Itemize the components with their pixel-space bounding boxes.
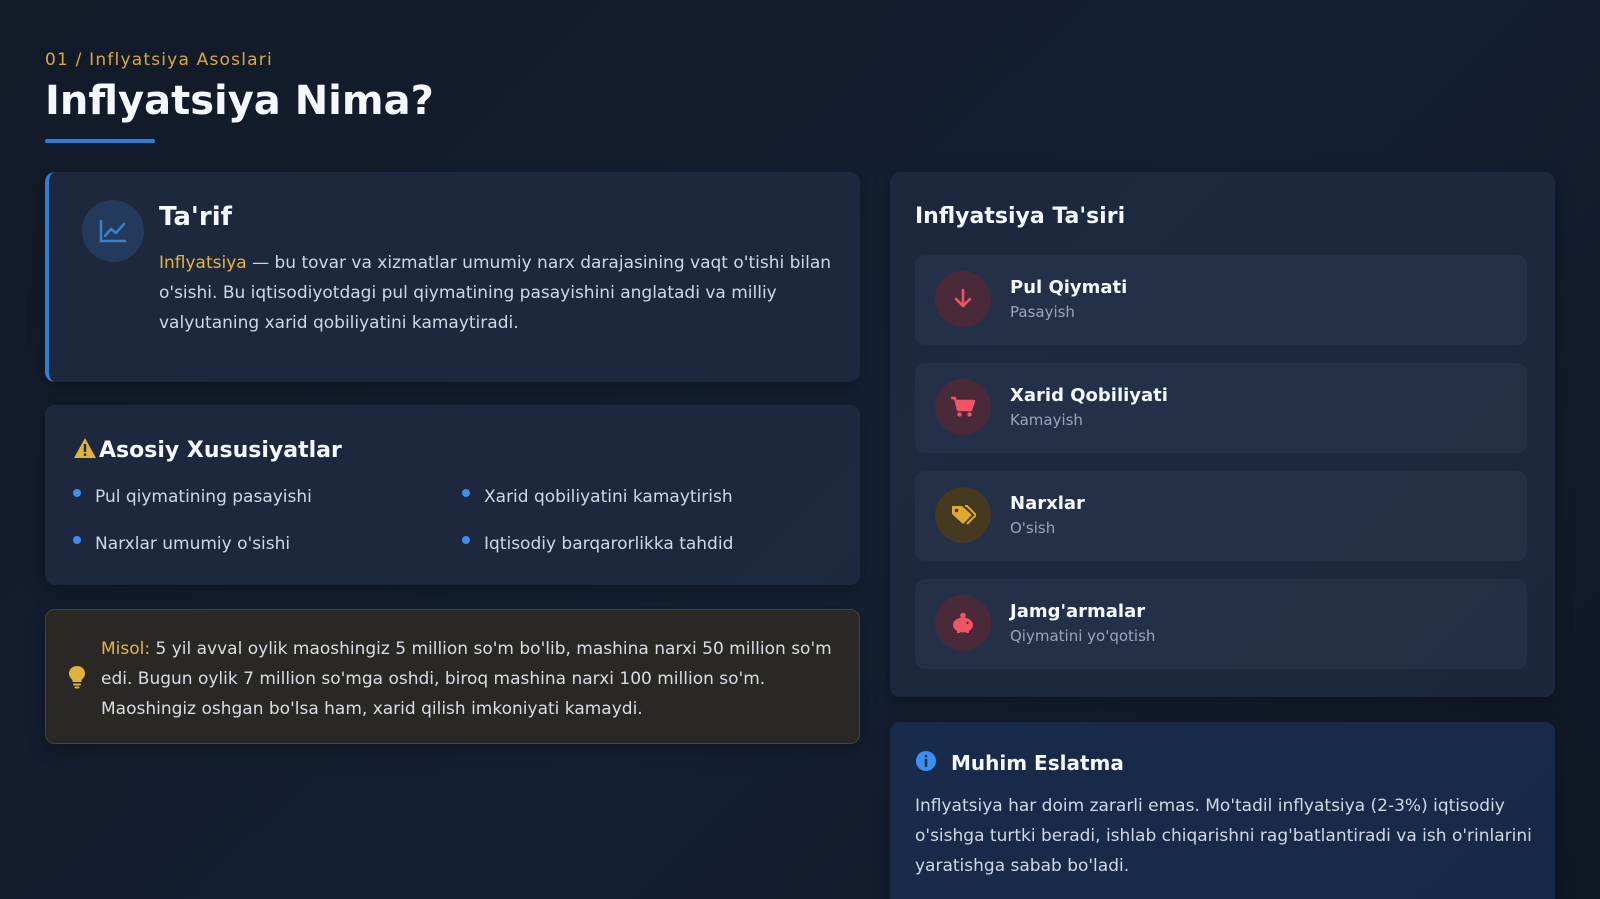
features-card: Asosiy Xususiyatlar Pul qiymatining pasa… xyxy=(45,405,860,585)
impact-card: Inflyatsiya Ta'siri Pul Qiymati Pasayish… xyxy=(890,172,1555,697)
list-item: Narxlar O'sish xyxy=(915,471,1527,561)
list-item: Xarid Qobiliyati Kamayish xyxy=(915,363,1527,453)
slide: 01 / Inflyatsiya Asoslari Inflyatsiya Ni… xyxy=(0,0,1600,899)
note-text: Inflyatsiya har doim zararli emas. Mo'ta… xyxy=(915,796,1532,876)
tags-icon xyxy=(935,487,991,543)
definition-body: — bu tovar va xizmatlar umumiy narx dara… xyxy=(159,253,832,333)
impact-label: Jamg'armalar xyxy=(1010,601,1146,622)
line-chart-icon xyxy=(82,200,144,262)
note-title: Muhim Eslatma xyxy=(951,751,1124,775)
breadcrumb: 01 / Inflyatsiya Asoslari xyxy=(45,50,273,70)
info-icon xyxy=(915,750,937,776)
list-item: Xarid qobiliyatini kamaytirish xyxy=(462,487,733,507)
impact-label: Narxlar xyxy=(1010,493,1085,514)
note-card: Muhim Eslatma Inflyatsiya har doim zarar… xyxy=(890,722,1555,899)
arrow-down-icon xyxy=(935,271,991,327)
features-header: Asosiy Xususiyatlar xyxy=(73,437,342,463)
list-item: Narxlar umumiy o'sishi xyxy=(73,534,290,554)
bullet-icon xyxy=(462,489,470,497)
example-body: 5 yil avval oylik maoshingiz 5 million s… xyxy=(101,639,832,719)
bullet-icon xyxy=(462,536,470,544)
bullet-icon xyxy=(73,489,81,497)
cart-icon xyxy=(935,379,991,435)
impact-title: Inflyatsiya Ta'siri xyxy=(915,204,1126,229)
impact-label: Pul Qiymati xyxy=(1010,277,1128,298)
example-text: Misol: 5 yil avval oylik maoshingiz 5 mi… xyxy=(101,634,846,724)
list-item: Iqtisodiy barqarorlikka tahdid xyxy=(462,534,733,554)
list-item: Jamg'armalar Qiymatini yo'qotish xyxy=(915,579,1527,669)
lightbulb-icon xyxy=(68,665,86,693)
piggy-bank-icon xyxy=(935,595,991,651)
impact-sub: O'sish xyxy=(1010,519,1056,537)
impact-sub: Kamayish xyxy=(1010,411,1083,429)
definition-highlight: Inflyatsiya xyxy=(159,253,247,273)
title-underline xyxy=(45,139,155,143)
definition-card: Ta'rif Inflyatsiya — bu tovar va xizmatl… xyxy=(45,172,860,382)
example-card: Misol: 5 yil avval oylik maoshingiz 5 mi… xyxy=(45,609,860,744)
definition-text: Inflyatsiya — bu tovar va xizmatlar umum… xyxy=(159,248,839,338)
bullet-icon xyxy=(73,536,81,544)
definition-title: Ta'rif xyxy=(159,202,232,232)
features-title: Asosiy Xususiyatlar xyxy=(99,437,342,463)
impact-label: Xarid Qobiliyati xyxy=(1010,385,1168,406)
example-label: Misol: xyxy=(101,639,151,659)
page-title: Inflyatsiya Nima? xyxy=(45,78,434,124)
impact-sub: Pasayish xyxy=(1010,303,1075,321)
warning-icon xyxy=(73,437,97,463)
impact-sub: Qiymatini yo'qotish xyxy=(1010,627,1156,645)
list-item: Pul qiymatining pasayishi xyxy=(73,487,312,507)
list-item: Pul Qiymati Pasayish xyxy=(915,255,1527,345)
note-header: Muhim Eslatma xyxy=(915,750,1124,776)
